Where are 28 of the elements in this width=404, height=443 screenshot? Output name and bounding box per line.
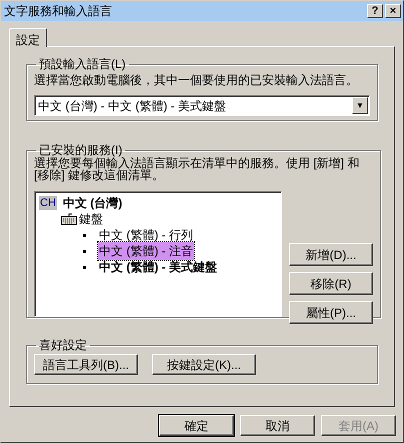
language-bar-button[interactable]: 語言工具列(B)...	[34, 354, 138, 375]
add-button[interactable]: 新增(D)...	[289, 243, 373, 266]
bullet-icon	[83, 266, 86, 268]
cancel-button[interactable]: 取消	[240, 415, 315, 436]
group-title: 已安裝的服務(I)	[38, 143, 124, 157]
description: 選擇當您啟動電腦後，其中一個要使用的已安裝輸入法語言。	[34, 73, 359, 87]
ok-button[interactable]: 確定	[159, 415, 234, 436]
group-title: 預設輸入語言(L)	[38, 57, 127, 71]
language-badge: CH	[39, 196, 57, 210]
bullet-icon	[83, 250, 86, 252]
tree-item[interactable]: 中文 (台灣)	[62, 194, 122, 212]
remove-button[interactable]: 移除(R)	[289, 272, 373, 295]
tree-item[interactable]: 中文 (繁體) - 行列	[98, 226, 194, 244]
keyboard-icon	[61, 213, 77, 225]
language-dropdown[interactable]: 中文 (台灣) - 中文 (繁體) - 美式鍵盤 ▼	[34, 95, 370, 116]
close-button[interactable]: ×	[385, 4, 401, 18]
services-tree[interactable]: CH 中文 (台灣) 鍵盤 中文 (繁體) - 行列 中文 (繁體) - 注音 中文 (繁體) - 美式鍵盤	[34, 191, 282, 317]
group-title: 喜好設定	[38, 338, 88, 352]
key-settings-button[interactable]: 按鍵設定(K)...	[152, 354, 256, 375]
window-title: 文字服務和輸入語言	[4, 5, 113, 17]
tree-item[interactable]: 中文 (繁體) - 美式鍵盤	[98, 258, 218, 276]
help-button[interactable]: ?	[367, 4, 383, 18]
bullet-icon	[83, 234, 86, 236]
properties-button[interactable]: 屬性(P)...	[289, 301, 373, 324]
description: 選擇您要每個輸入法語言顯示在清單中的服務。使用 [新增] 和 [移除] 鍵修改這個清單。	[34, 157, 360, 181]
tab[interactable]: 設定	[9, 28, 47, 47]
tree-item[interactable]: 鍵盤	[79, 210, 103, 228]
tree-item[interactable]: 中文 (繁體) - 注音	[98, 242, 194, 260]
